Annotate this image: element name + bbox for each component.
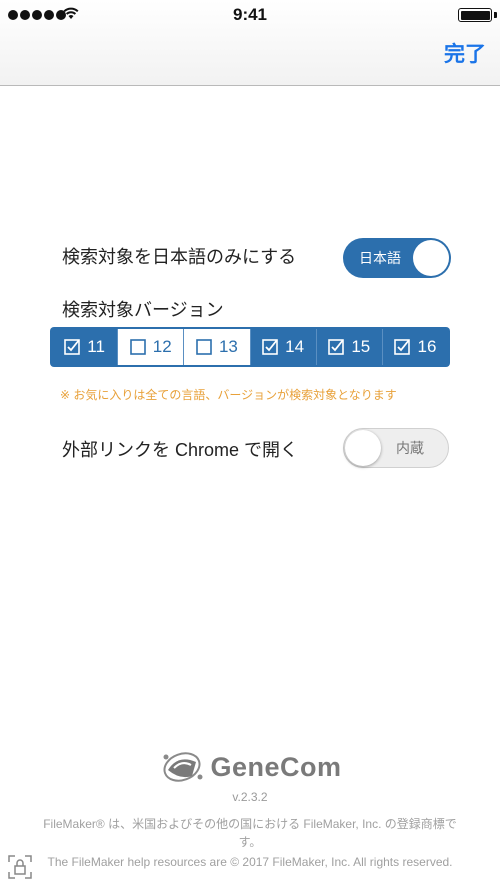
checked-box-icon <box>328 339 345 355</box>
version-label: 13 <box>218 337 238 356</box>
trademark-notice: FileMaker® は、米国およびその他の国における FileMaker, I… <box>43 817 457 849</box>
status-time: 9:41 <box>232 5 268 24</box>
app-version: v.2.3.2 <box>232 790 268 804</box>
external-links-toggle-text: 内蔵 <box>396 440 424 456</box>
version-label: 15 <box>351 337 371 356</box>
genecom-logo-text: GeneCom <box>210 751 342 782</box>
checked-box-icon <box>64 339 81 355</box>
done-button[interactable]: 完了 <box>444 38 486 68</box>
version-selector: 11 12 13 14 15 16 <box>50 327 450 367</box>
favorites-note: ※ お気に入りは全ての言語、バージョンが検索対象となります <box>60 388 397 402</box>
toggle-knob <box>345 430 381 466</box>
checked-box-icon <box>394 339 411 355</box>
checked-box-icon <box>262 339 278 355</box>
version-checkbox-13[interactable]: 13 <box>184 329 251 365</box>
version-checkbox-16[interactable]: 16 <box>383 329 448 365</box>
toggle-knob <box>413 240 449 276</box>
version-filter-label: 検索対象バージョン <box>62 300 224 320</box>
japanese-only-label: 検索対象を日本語のみにする <box>62 247 297 267</box>
empty-box-icon <box>196 339 212 355</box>
battery-icon <box>458 8 492 22</box>
version-label: 16 <box>417 337 437 356</box>
copyright-notice: The FileMaker help resources are © 2017 … <box>47 855 453 869</box>
version-label: 12 <box>152 337 172 356</box>
genecom-logo: GeneCom <box>0 748 500 786</box>
screen-lock-icon[interactable] <box>8 855 32 879</box>
version-checkbox-12[interactable]: 12 <box>118 329 185 365</box>
version-label: 11 <box>87 337 105 356</box>
empty-box-icon <box>129 339 146 355</box>
battery-tip <box>494 12 497 18</box>
version-label: 14 <box>285 337 305 356</box>
version-checkbox-14[interactable]: 14 <box>251 329 317 365</box>
external-links-label: 外部リンクを Chrome で開く <box>62 440 299 460</box>
version-checkbox-15[interactable]: 15 <box>317 329 383 365</box>
genecom-logo-icon <box>163 752 203 782</box>
external-links-toggle[interactable]: 内蔵 <box>343 428 449 468</box>
version-checkbox-11[interactable]: 11 <box>52 329 119 365</box>
japanese-only-toggle[interactable]: 日本語 <box>343 238 451 278</box>
japanese-only-toggle-text: 日本語 <box>359 250 401 266</box>
status-bar: 9:41 <box>0 0 500 30</box>
